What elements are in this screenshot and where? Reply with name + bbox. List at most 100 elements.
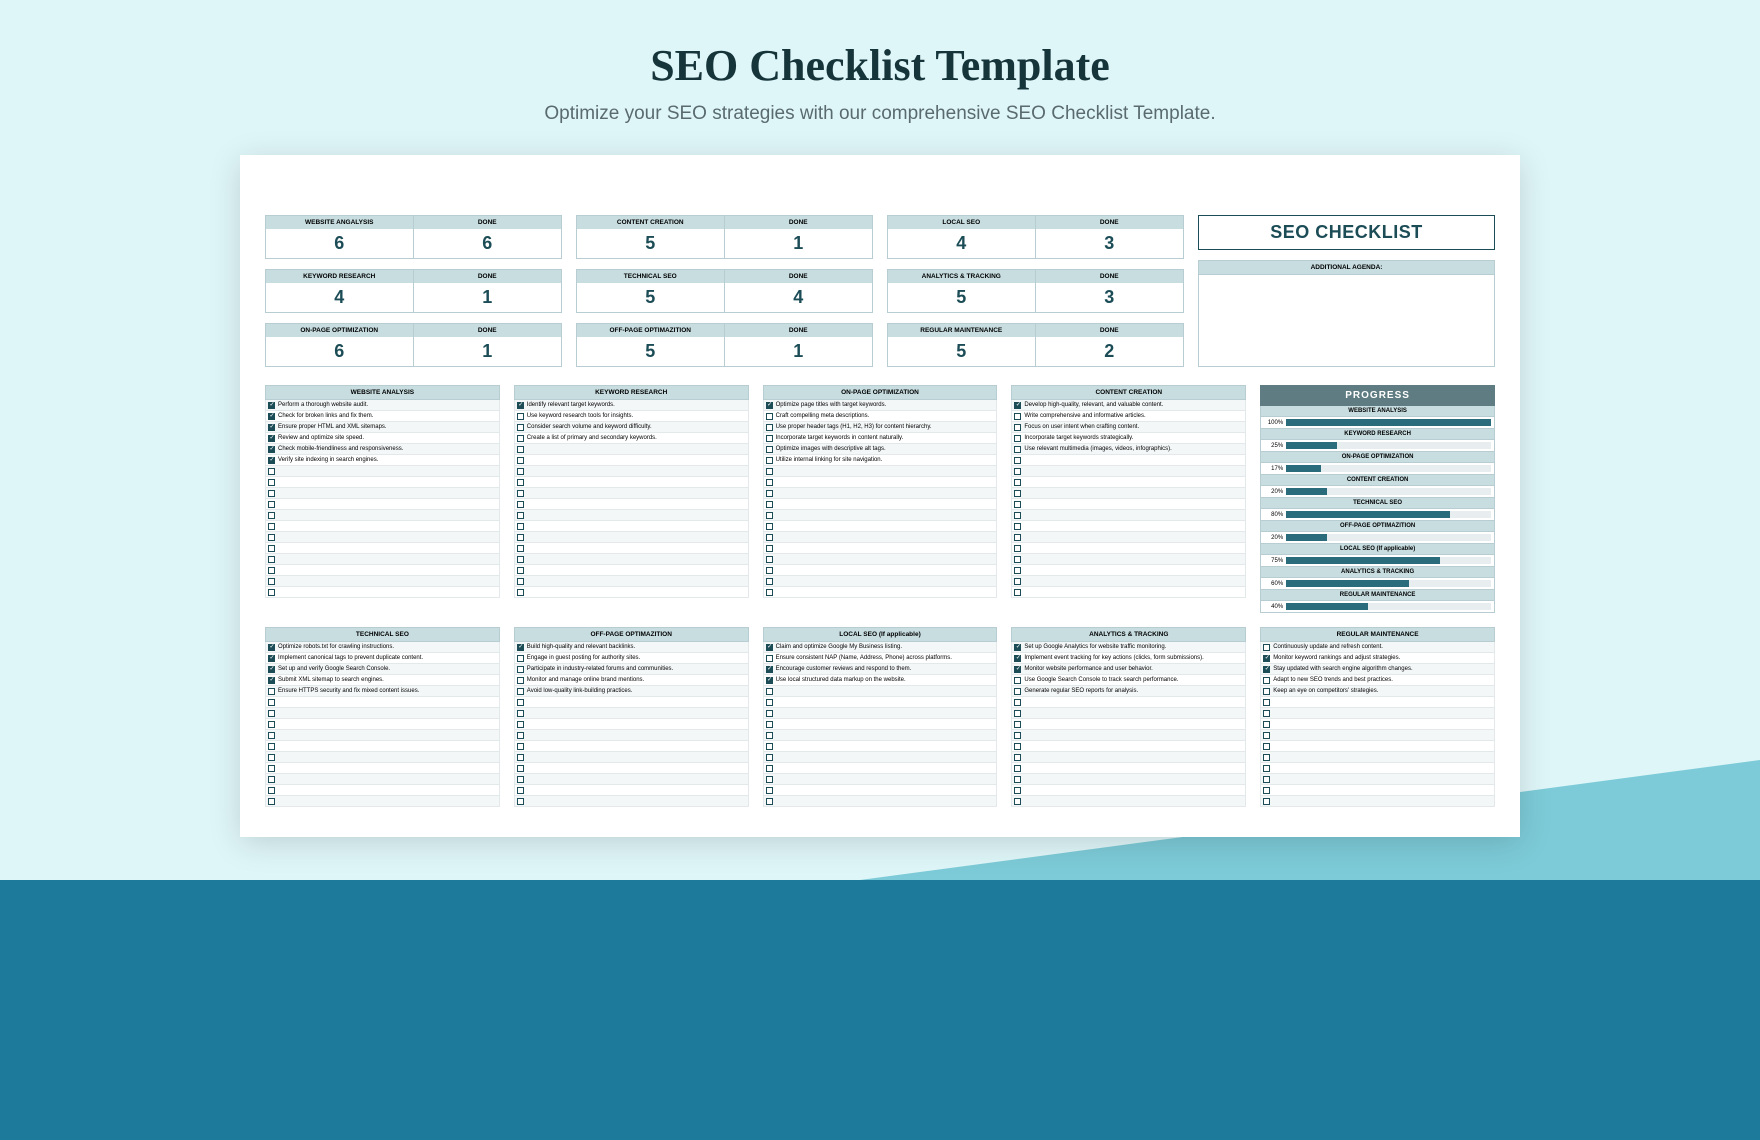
checkbox-icon[interactable] [1014,765,1021,772]
checkbox-icon[interactable] [1014,413,1021,420]
checkbox-icon[interactable] [268,534,275,541]
checkbox-icon[interactable] [1014,457,1021,464]
checkbox-icon[interactable] [268,567,275,574]
checkbox-icon[interactable] [517,699,524,706]
checkbox-icon[interactable] [766,523,773,530]
checkbox-icon[interactable] [268,710,275,717]
checkbox-icon[interactable] [1014,490,1021,497]
checkbox-icon[interactable] [268,523,275,530]
checkbox-icon[interactable] [517,578,524,585]
checkbox-icon[interactable] [766,413,773,420]
checkbox-icon[interactable] [766,490,773,497]
checkbox-icon[interactable] [268,512,275,519]
checkbox-icon[interactable] [1014,787,1021,794]
checkbox-icon[interactable] [517,402,524,409]
checkbox-icon[interactable] [268,578,275,585]
checkbox-icon[interactable] [517,644,524,651]
checkbox-icon[interactable] [517,479,524,486]
checkbox-icon[interactable] [268,688,275,695]
checkbox-icon[interactable] [766,578,773,585]
checkbox-icon[interactable] [766,732,773,739]
checkbox-icon[interactable] [1014,688,1021,695]
checkbox-icon[interactable] [1014,468,1021,475]
checkbox-icon[interactable] [766,457,773,464]
checkbox-icon[interactable] [268,798,275,805]
checkbox-icon[interactable] [1014,446,1021,453]
checkbox-icon[interactable] [766,754,773,761]
checkbox-icon[interactable] [1263,644,1270,651]
checkbox-icon[interactable] [268,765,275,772]
checkbox-icon[interactable] [1263,655,1270,662]
checkbox-icon[interactable] [517,446,524,453]
checkbox-icon[interactable] [766,402,773,409]
checkbox-icon[interactable] [1014,424,1021,431]
checkbox-icon[interactable] [268,655,275,662]
checkbox-icon[interactable] [517,512,524,519]
checkbox-icon[interactable] [1263,765,1270,772]
checkbox-icon[interactable] [1014,798,1021,805]
checkbox-icon[interactable] [517,721,524,728]
checkbox-icon[interactable] [766,699,773,706]
checkbox-icon[interactable] [766,710,773,717]
checkbox-icon[interactable] [517,534,524,541]
checkbox-icon[interactable] [517,776,524,783]
checkbox-icon[interactable] [1263,776,1270,783]
checkbox-icon[interactable] [766,644,773,651]
checkbox-icon[interactable] [517,413,524,420]
checkbox-icon[interactable] [268,424,275,431]
checkbox-icon[interactable] [766,512,773,519]
checkbox-icon[interactable] [268,666,275,673]
checkbox-icon[interactable] [268,644,275,651]
checkbox-icon[interactable] [766,545,773,552]
checkbox-icon[interactable] [766,765,773,772]
checkbox-icon[interactable] [1263,688,1270,695]
checkbox-icon[interactable] [766,424,773,431]
checkbox-icon[interactable] [268,501,275,508]
checkbox-icon[interactable] [1263,732,1270,739]
checkbox-icon[interactable] [268,457,275,464]
checkbox-icon[interactable] [766,798,773,805]
checkbox-icon[interactable] [268,721,275,728]
checkbox-icon[interactable] [517,523,524,530]
checkbox-icon[interactable] [517,688,524,695]
checkbox-icon[interactable] [1014,754,1021,761]
checkbox-icon[interactable] [1014,545,1021,552]
checkbox-icon[interactable] [268,754,275,761]
checkbox-icon[interactable] [517,754,524,761]
checkbox-icon[interactable] [1014,644,1021,651]
checkbox-icon[interactable] [517,424,524,431]
checkbox-icon[interactable] [766,479,773,486]
checkbox-icon[interactable] [517,589,524,596]
checkbox-icon[interactable] [268,402,275,409]
checkbox-icon[interactable] [766,666,773,673]
checkbox-icon[interactable] [1014,699,1021,706]
checkbox-icon[interactable] [268,787,275,794]
checkbox-icon[interactable] [1014,479,1021,486]
checkbox-icon[interactable] [766,655,773,662]
checkbox-icon[interactable] [1014,501,1021,508]
checkbox-icon[interactable] [766,501,773,508]
checkbox-icon[interactable] [766,446,773,453]
checkbox-icon[interactable] [517,457,524,464]
checkbox-icon[interactable] [766,787,773,794]
checkbox-icon[interactable] [1014,512,1021,519]
checkbox-icon[interactable] [766,468,773,475]
checkbox-icon[interactable] [1014,710,1021,717]
checkbox-icon[interactable] [268,468,275,475]
checkbox-icon[interactable] [268,413,275,420]
checkbox-icon[interactable] [1014,666,1021,673]
checkbox-icon[interactable] [766,589,773,596]
checkbox-icon[interactable] [268,589,275,596]
checkbox-icon[interactable] [517,677,524,684]
checkbox-icon[interactable] [766,776,773,783]
checkbox-icon[interactable] [1014,655,1021,662]
checkbox-icon[interactable] [1014,589,1021,596]
checkbox-icon[interactable] [1263,721,1270,728]
checkbox-icon[interactable] [268,545,275,552]
checkbox-icon[interactable] [517,556,524,563]
checkbox-icon[interactable] [766,534,773,541]
checkbox-icon[interactable] [268,479,275,486]
checkbox-icon[interactable] [268,556,275,563]
checkbox-icon[interactable] [1014,523,1021,530]
checkbox-icon[interactable] [766,677,773,684]
